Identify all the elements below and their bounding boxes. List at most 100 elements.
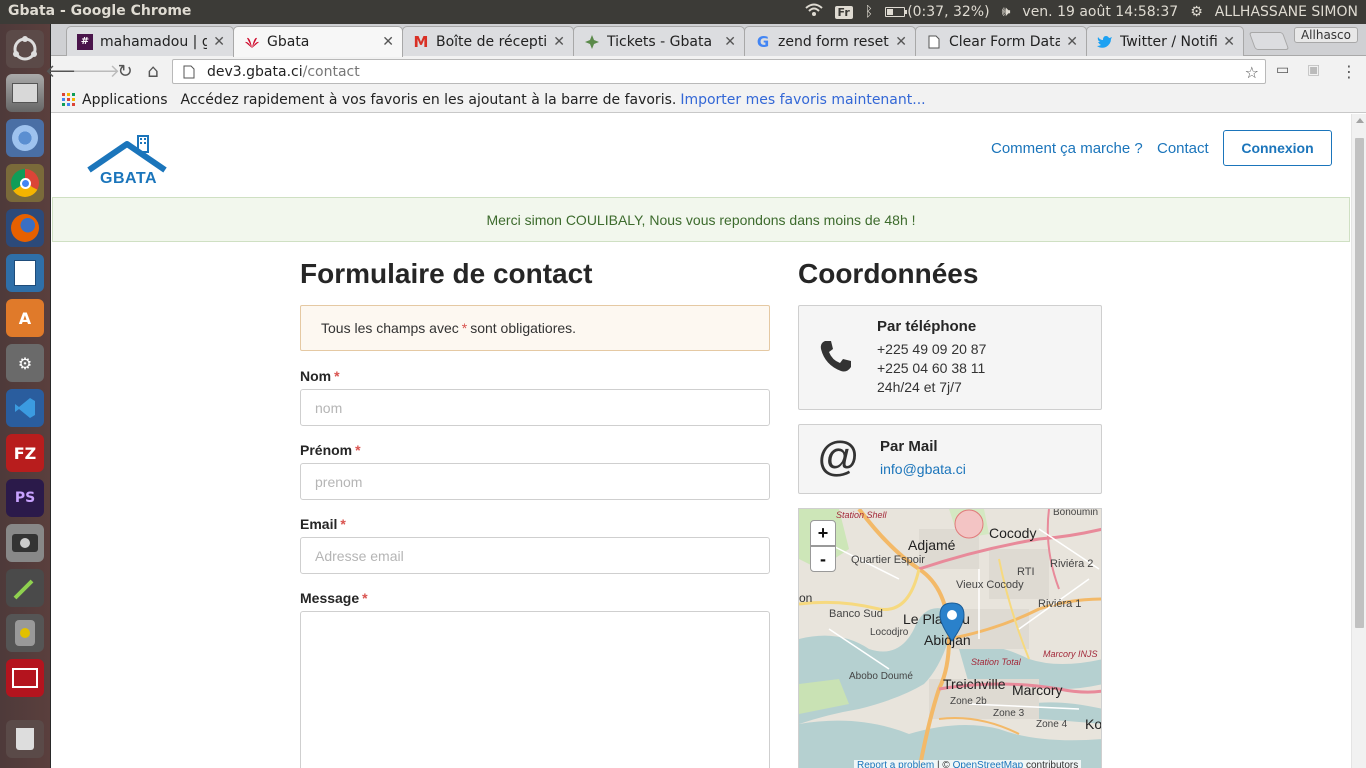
- files-icon[interactable]: [6, 74, 44, 112]
- map-zoom-in-button[interactable]: +: [810, 520, 836, 546]
- nav-how-it-works[interactable]: Comment ça marche ?: [991, 140, 1143, 157]
- tab-gmail[interactable]: M Boîte de récepti ✕: [402, 26, 574, 56]
- ubuntu-launcher: A ⚙ FZ PS: [0, 24, 51, 768]
- new-tab-button[interactable]: [1248, 32, 1290, 50]
- window-title: Gbata - Google Chrome: [8, 3, 192, 19]
- settings-icon[interactable]: ⚙: [6, 344, 44, 382]
- software-center-icon[interactable]: A: [6, 299, 44, 337]
- extension-icon[interactable]: ▣: [1307, 62, 1320, 78]
- menu-icon[interactable]: ⋮: [1341, 62, 1357, 81]
- tab-tickets[interactable]: Tickets - Gbata ✕: [573, 26, 745, 56]
- close-icon[interactable]: ✕: [895, 34, 907, 50]
- clock[interactable]: ven. 19 août 14:58:37: [1022, 4, 1178, 20]
- huawei-icon: [244, 34, 260, 50]
- close-icon[interactable]: ✕: [382, 34, 394, 50]
- page-info-icon[interactable]: [183, 65, 197, 79]
- gear-icon[interactable]: ⚙: [1190, 4, 1203, 20]
- tab-google-search[interactable]: G zend form reset ✕: [744, 26, 916, 56]
- bookmark-star-icon[interactable]: ☆: [1245, 63, 1259, 82]
- reload-icon: ↻: [117, 60, 133, 82]
- phone-hours: 24h/24 et 7j/7: [877, 379, 962, 395]
- trash-icon[interactable]: [6, 720, 44, 758]
- tab-label: zend form reset: [778, 33, 889, 50]
- phone-line-2: +225 04 60 38 11: [877, 360, 986, 376]
- writer-icon[interactable]: [6, 254, 44, 292]
- close-icon[interactable]: ✕: [553, 34, 565, 50]
- address-bar[interactable]: dev3.gbata.ci/contact ☆: [172, 59, 1266, 84]
- required-star: *: [461, 320, 468, 336]
- close-icon[interactable]: ✕: [1223, 34, 1235, 50]
- chrome-icon[interactable]: [6, 164, 44, 202]
- page-icon: [926, 34, 942, 50]
- map-label-bonoumin: Bonoumin: [1053, 508, 1099, 518]
- volume-icon[interactable]: 🕪: [1002, 4, 1011, 20]
- bluetooth-icon[interactable]: ᛒ: [865, 4, 873, 20]
- phpstorm-icon[interactable]: PS: [6, 479, 44, 517]
- dash-home-icon[interactable]: [6, 30, 44, 68]
- nom-input[interactable]: [300, 389, 770, 426]
- close-icon[interactable]: ✕: [213, 34, 225, 50]
- tab-gbata[interactable]: Gbata ✕: [233, 26, 403, 57]
- firefox-icon[interactable]: [6, 209, 44, 247]
- mail-link[interactable]: info@gbata.ci: [880, 461, 966, 477]
- tab-label: Boîte de récepti: [436, 33, 548, 50]
- app-window-icon[interactable]: [6, 659, 44, 697]
- pen-tool-icon[interactable]: [6, 569, 44, 607]
- tab-label: Twitter / Notific: [1120, 33, 1218, 50]
- osm-link[interactable]: OpenStreetMap: [953, 760, 1024, 768]
- page-viewport: GBATA Comment ça marche ? Contact Connex…: [51, 114, 1366, 768]
- map-label-cocody: Cocody: [989, 525, 1037, 541]
- page-scrollbar[interactable]: [1351, 114, 1366, 768]
- chromium-icon[interactable]: [6, 119, 44, 157]
- map-label-zone-3: Zone 3: [993, 708, 1025, 719]
- close-icon[interactable]: ✕: [724, 34, 736, 50]
- map-label-abobo-doume: Abobo Doumé: [849, 671, 913, 682]
- vscode-icon[interactable]: [6, 389, 44, 427]
- notice-text-before: Tous les champs avec: [321, 320, 459, 336]
- map-label-locodjro: Locodjro: [870, 627, 909, 638]
- filezilla-icon[interactable]: FZ: [6, 434, 44, 472]
- scroll-up-arrow-icon[interactable]: [1356, 118, 1364, 123]
- required-fields-notice: Tous les champs avec * sont obligatiores…: [300, 305, 770, 351]
- slack-icon: #: [77, 33, 93, 50]
- url-host: dev3.gbata.ci: [207, 63, 303, 80]
- tab-label: mahamadou | gl: [100, 33, 208, 50]
- report-problem-link[interactable]: Report a problem: [857, 760, 934, 768]
- panel-indicators: Fr ᛒ (0:37, 32%) 🕪 ven. 19 août 14:58:37…: [804, 0, 1358, 24]
- browser-toolbar: 🡐 🡒 ↻ ⌂ dev3.gbata.ci/contact ☆ ▭ ▣ ⋮: [45, 56, 1366, 87]
- reload-button[interactable]: ↻: [114, 60, 136, 82]
- apps-shortcut[interactable]: Applications: [82, 92, 168, 108]
- battery-text: (0:37, 32%): [907, 4, 990, 20]
- import-bookmarks-link[interactable]: Importer mes favoris maintenant...: [680, 92, 925, 108]
- logo-text: GBATA: [100, 170, 158, 187]
- bookmarks-hint: Accédez rapidement à vos favoris en les …: [180, 91, 677, 108]
- speaker-icon[interactable]: [6, 614, 44, 652]
- message-textarea[interactable]: [300, 611, 770, 768]
- battery-indicator[interactable]: (0:37, 32%): [885, 4, 990, 20]
- wifi-icon[interactable]: [804, 3, 823, 21]
- bookmarks-bar: Applications Accédez rapidement à vos fa…: [51, 87, 1366, 113]
- keyboard-layout-indicator[interactable]: Fr: [834, 5, 853, 19]
- map-label-banco-sud: Banco Sud: [829, 608, 883, 620]
- prenom-input[interactable]: [300, 463, 770, 500]
- tab-slack[interactable]: # mahamadou | gl ✕: [66, 26, 234, 56]
- map-label-treichville: Treichville: [943, 676, 1006, 692]
- login-button[interactable]: Connexion: [1223, 130, 1332, 166]
- map-label-marcory: Marcory: [1012, 682, 1063, 698]
- profile-button[interactable]: Allhasco: [1293, 27, 1358, 43]
- map-zoom-out-button[interactable]: -: [810, 546, 836, 572]
- map-attribution: Report a problem | © OpenStreetMap contr…: [854, 760, 1082, 768]
- camera-icon[interactable]: [6, 524, 44, 562]
- home-button[interactable]: ⌂: [142, 60, 164, 82]
- email-input[interactable]: [300, 537, 770, 574]
- forward-button[interactable]: 🡒: [72, 60, 120, 82]
- tab-twitter[interactable]: Twitter / Notific ✕: [1086, 26, 1244, 56]
- location-map[interactable]: Station Shell Bonoumin Adjamé Cocody Qua…: [798, 508, 1102, 768]
- scrollbar-thumb[interactable]: [1355, 138, 1364, 628]
- cast-icon[interactable]: ▭: [1276, 62, 1289, 78]
- close-icon[interactable]: ✕: [1066, 34, 1078, 50]
- nav-contact[interactable]: Contact: [1157, 140, 1209, 157]
- session-user[interactable]: ALLHASSANE SIMON: [1215, 4, 1358, 20]
- prenom-label: Prénom *: [300, 442, 361, 458]
- tab-clear-form[interactable]: Clear Form Data ✕: [915, 26, 1087, 56]
